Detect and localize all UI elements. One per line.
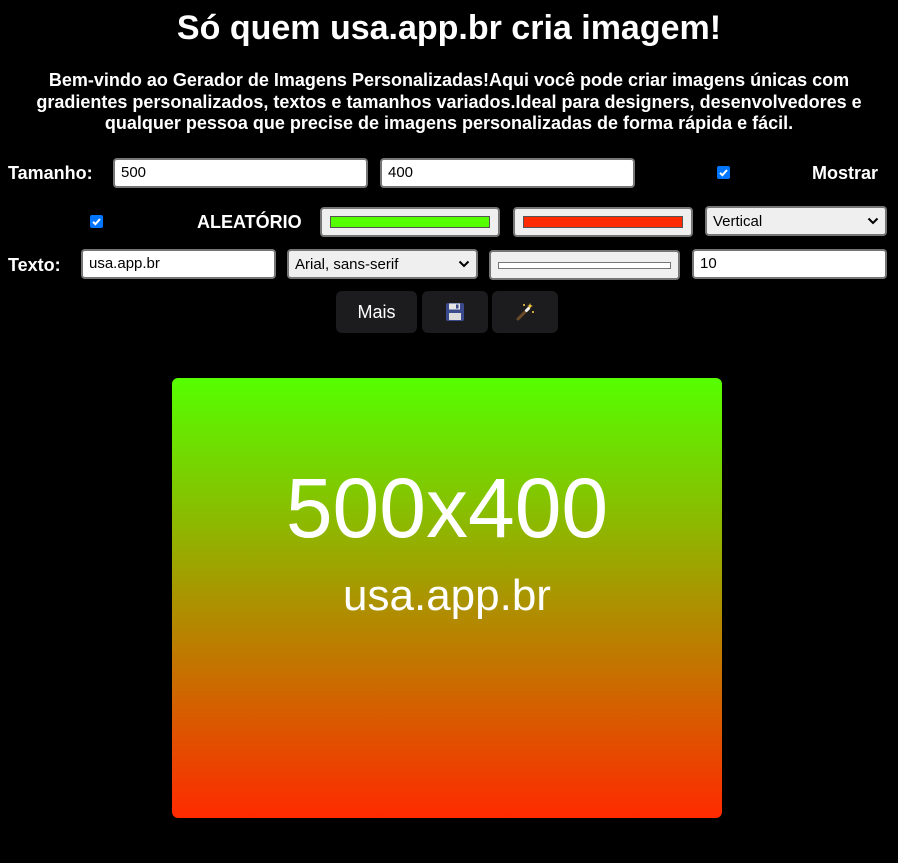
number-input[interactable]: 10 <box>692 249 887 279</box>
page-title: Só quem usa.app.br cria imagem! <box>176 9 722 47</box>
text-label: Texto: <box>8 255 61 275</box>
width-input[interactable]: 500 <box>113 158 368 188</box>
direction-value: Vertical <box>713 213 763 230</box>
magic-button[interactable] <box>492 291 558 333</box>
random-checkbox[interactable] <box>90 215 103 228</box>
text-color-picker[interactable] <box>489 250 680 280</box>
preview-watermark-text: usa.app.br <box>343 571 551 620</box>
show-label: Mostrar <box>812 163 879 183</box>
direction-select[interactable]: Vertical <box>705 206 887 236</box>
text-color-swatch <box>498 262 671 269</box>
more-button-label: Mais <box>357 301 396 322</box>
more-button[interactable]: Mais <box>336 291 417 333</box>
height-input[interactable]: 400 <box>380 158 635 188</box>
start-color-picker[interactable] <box>320 207 500 237</box>
save-button[interactable] <box>422 291 488 333</box>
end-color-swatch <box>523 216 683 228</box>
random-label: ALEATÓRIO <box>197 212 302 232</box>
magic-wand-icon <box>516 303 534 321</box>
show-checkbox[interactable] <box>717 166 730 179</box>
text-input[interactable]: usa.app.br <box>81 249 276 279</box>
end-color-picker[interactable] <box>513 207 693 237</box>
size-label: Tamanho: <box>8 163 93 183</box>
start-color-swatch <box>330 216 490 228</box>
image-preview: 500x400 usa.app.br <box>172 378 722 818</box>
font-value: Arial, sans-serif <box>295 256 399 273</box>
font-select[interactable]: Arial, sans-serif <box>287 249 478 279</box>
chevron-down-icon <box>458 260 470 268</box>
intro-text: Bem-vindo ao Gerador de Imagens Personal… <box>36 70 862 133</box>
preview-size-text: 500x400 <box>285 461 609 555</box>
floppy-disk-icon <box>446 303 464 321</box>
chevron-down-icon <box>867 217 879 225</box>
